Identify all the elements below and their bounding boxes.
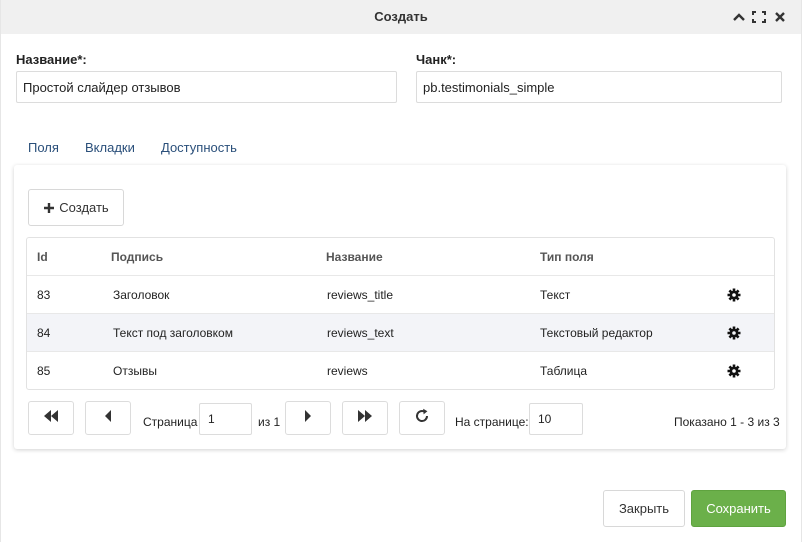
fields-panel: Создать Id Подпись Название Тип поля 83 … [14, 165, 786, 449]
create-dialog: Создать Название*: Чанк*: Поля Вкладки Д… [0, 0, 802, 542]
grid-header: Id Подпись Название Тип поля [27, 238, 774, 276]
expand-icon[interactable] [752, 8, 768, 26]
create-field-label: Создать [59, 200, 109, 215]
cell-caption: Текст под заголовком [113, 326, 233, 340]
next-page-button[interactable] [285, 401, 331, 435]
triangle-right-icon [304, 409, 312, 427]
cell-type: Текстовый редактор [540, 326, 653, 340]
dialog-title: Создать [374, 9, 428, 24]
close-button[interactable]: Закрыть [603, 490, 685, 527]
create-field-button[interactable]: Создать [28, 189, 124, 226]
table-row[interactable]: 83 Заголовок reviews_title Текст [27, 276, 774, 314]
cell-caption: Отзывы [113, 364, 157, 378]
name-input[interactable] [16, 71, 397, 103]
gear-icon[interactable] [727, 288, 741, 302]
refresh-icon [414, 408, 430, 429]
cell-type: Текст [540, 288, 571, 302]
gear-icon[interactable] [727, 364, 741, 378]
column-header-type[interactable]: Тип поля [540, 250, 594, 264]
chunk-input[interactable] [416, 71, 782, 103]
plus-icon [43, 202, 55, 214]
last-page-button[interactable] [342, 401, 388, 435]
page-number-input[interactable] [199, 403, 252, 435]
cell-name: reviews [327, 364, 368, 378]
column-header-name[interactable]: Название [326, 250, 383, 264]
cell-id: 83 [37, 288, 51, 302]
cell-id: 85 [37, 364, 51, 378]
page-of-label: из 1 [258, 415, 281, 429]
chunk-label: Чанк*: [416, 52, 457, 67]
double-chevron-left-icon [43, 409, 59, 427]
save-button[interactable]: Сохранить [691, 490, 786, 527]
gear-icon[interactable] [727, 326, 741, 340]
name-label: Название*: [16, 52, 87, 67]
tab-fields[interactable]: Поля [28, 140, 59, 155]
table-row[interactable]: 85 Отзывы reviews Таблица [27, 352, 774, 389]
triangle-left-icon [104, 409, 112, 427]
cell-caption: Заголовок [113, 288, 170, 302]
fields-grid: Id Подпись Название Тип поля 83 Заголово… [26, 237, 775, 390]
refresh-button[interactable] [399, 401, 445, 435]
column-header-id[interactable]: Id [37, 250, 48, 264]
per-page-input[interactable] [529, 403, 583, 435]
cell-name: reviews_text [327, 326, 394, 340]
pagination-summary: Показано 1 - 3 из 3 [674, 415, 780, 429]
cell-type: Таблица [540, 364, 588, 378]
tab-tabs[interactable]: Вкладки [85, 140, 135, 155]
chevron-up-icon[interactable] [732, 8, 748, 26]
close-icon[interactable] [773, 8, 789, 26]
per-page-label: На странице: [455, 415, 529, 429]
first-page-button[interactable] [28, 401, 74, 435]
dialog-titlebar[interactable]: Создать [1, 0, 801, 34]
double-chevron-right-icon [357, 409, 373, 427]
cell-id: 84 [37, 326, 51, 340]
page-label: Страница [143, 415, 198, 429]
column-header-caption[interactable]: Подпись [111, 250, 163, 264]
prev-page-button[interactable] [85, 401, 131, 435]
tab-access[interactable]: Доступность [161, 140, 237, 155]
table-row[interactable]: 84 Текст под заголовком reviews_text Тек… [27, 314, 774, 352]
cell-name: reviews_title [327, 288, 394, 302]
